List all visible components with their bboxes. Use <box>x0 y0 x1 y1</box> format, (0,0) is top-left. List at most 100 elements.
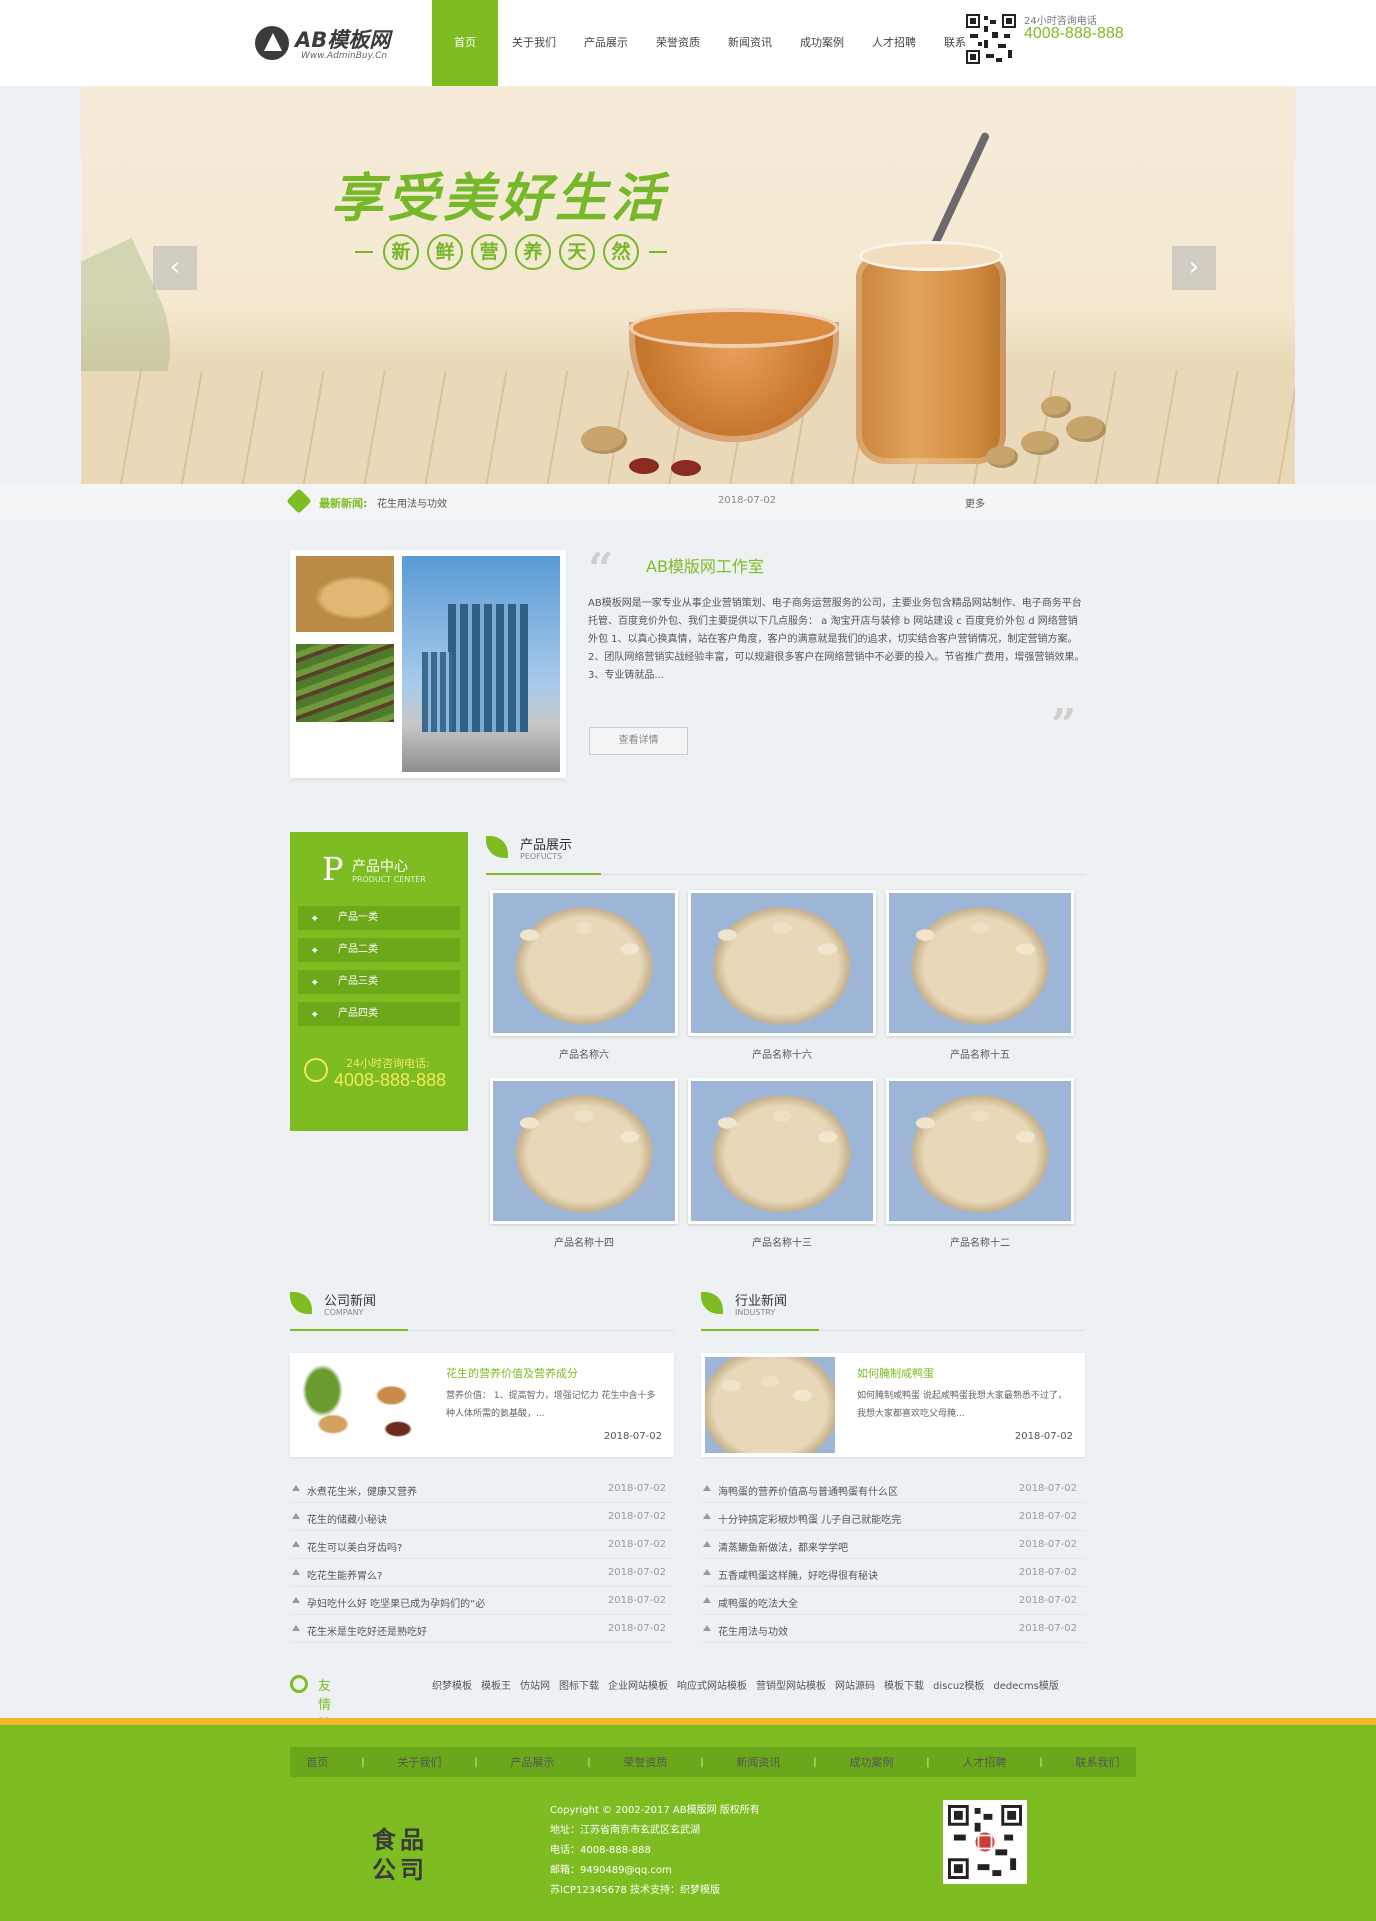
friend-link[interactable]: 图标下载 <box>559 1677 608 1692</box>
friend-link[interactable]: 企业网站模板 <box>608 1677 677 1692</box>
logo-icon <box>255 26 289 60</box>
sidebar-item-category-1[interactable]: 产品一类 <box>298 906 460 930</box>
tag-icon <box>286 488 312 514</box>
nav-home[interactable]: 首页 <box>432 0 498 86</box>
feature-excerpt: 营养价值： 1、提高智力，增强记忆力 花生中含十多种人体所需的氨基酸，... <box>446 1391 656 1419</box>
footer-qr-code <box>943 1800 1027 1884</box>
company-news-feature[interactable]: 花生的营养价值及营养成分 营养价值： 1、提高智力，增强记忆力 花生中含十多种人… <box>290 1353 674 1457</box>
ticker-more-link[interactable]: 更多 <box>965 495 985 510</box>
product-card[interactable]: 产品名称六 <box>490 890 678 1061</box>
list-item[interactable]: 水煮花生米，健康又营养 2018-07-02 <box>290 1475 674 1503</box>
logo-title: AB模板网 <box>295 28 391 52</box>
product-card[interactable]: 产品名称十四 <box>490 1078 678 1249</box>
friend-link[interactable]: 营销型网站模板 <box>756 1677 835 1692</box>
news-date: 2018-07-02 <box>607 1483 666 1494</box>
main-nav: 首页 关于我们 产品展示 荣誉资质 新闻资讯 成功案例 人才招聘 联系我们 <box>432 0 1002 86</box>
qr-code-icon <box>948 1805 1022 1879</box>
friend-link-label: 响应式网站模板 <box>677 1681 747 1692</box>
news-date: 2018-07-02 <box>607 1623 666 1634</box>
product-card[interactable]: 产品名称十三 <box>688 1078 876 1249</box>
footer-nav-home[interactable]: 首页 <box>306 1754 328 1770</box>
header: AB模板网 Www.AdminBuy.Cn 首页 关于我们 产品展示 荣誉资质 … <box>0 0 1376 86</box>
sub-char: 天 <box>559 234 595 270</box>
footer-logo: 食品公司 <box>372 1825 428 1884</box>
news-date: 2018-07-02 <box>1018 1539 1077 1550</box>
list-item[interactable]: 孕妇吃什么好 吃坚果已成为孕妈们的“必 2018-07-02 <box>290 1587 674 1615</box>
news-date: 2018-07-02 <box>1018 1567 1077 1578</box>
view-details-button[interactable]: 查看详情 <box>589 727 688 755</box>
product-image <box>490 1078 678 1224</box>
footer-nav-cases[interactable]: 成功案例 <box>849 1754 893 1770</box>
ticker-news-link[interactable]: 花生用法与功效 <box>377 495 447 510</box>
product-card[interactable]: 产品名称十二 <box>886 1078 1074 1249</box>
sidebar-item-category-2[interactable]: 产品二类 <box>298 938 460 962</box>
nav-jobs[interactable]: 人才招聘 <box>858 0 930 86</box>
footer-nav: 首页 | 关于我们 | 产品展示 | 荣誉资质 | 新闻资讯 | 成功案例 | 人才招聘 | … <box>290 1747 1136 1777</box>
product-image <box>688 1078 876 1224</box>
friend-link[interactable]: 网站源码 <box>835 1677 884 1692</box>
industry-news-feature[interactable]: 如何腌制咸鸭蛋 如何腌制咸鸭蛋 说起咸鸭蛋我想大家最熟悉不过了，我想大家都喜欢吃… <box>701 1353 1085 1457</box>
friend-links-list: 织梦模板 模板王 仿站网 图标下载 企业网站模板 响应式网站模板 营销型网站模板 网站源码 模板… <box>432 1677 1068 1692</box>
footer-nav-about[interactable]: 关于我们 <box>397 1754 441 1770</box>
next-slide-button[interactable]: › <box>1172 246 1216 290</box>
list-item[interactable]: 咸鸭蛋的吃法大全 2018-07-02 <box>701 1587 1085 1615</box>
nav-products[interactable]: 产品展示 <box>570 0 642 86</box>
footer: 首页 | 关于我们 | 产品展示 | 荣誉资质 | 新闻资讯 | 成功案例 | 人才招聘 | … <box>0 1725 1376 1921</box>
about-photo-collage <box>290 550 566 778</box>
news-title: 清蒸鳜鱼新做法，都来学学吧 <box>718 1543 848 1554</box>
sidebar-item-category-3[interactable]: 产品三类 <box>298 970 460 994</box>
friend-link[interactable]: 仿站网 <box>520 1677 559 1692</box>
list-item[interactable]: 海鸭蛋的营养价值高与普通鸭蛋有什么区 2018-07-02 <box>701 1475 1085 1503</box>
friend-link[interactable]: 响应式网站模板 <box>677 1677 756 1692</box>
copyright-text: Copyright © 2002-2017 AB模版网 版权所有 <box>550 1805 760 1816</box>
nav-honors[interactable]: 荣誉资质 <box>642 0 714 86</box>
nav-news[interactable]: 新闻资讯 <box>714 0 786 86</box>
friend-link[interactable]: 织梦模板 <box>432 1677 481 1692</box>
quote-close-icon: ” <box>1051 700 1077 751</box>
list-item[interactable]: 花生可以美白牙齿吗? 2018-07-02 <box>290 1531 674 1559</box>
leaf-icon <box>290 1292 312 1314</box>
footer-nav-products[interactable]: 产品展示 <box>510 1754 554 1770</box>
friend-link[interactable]: discuz模板 <box>933 1677 993 1692</box>
footer-stripe <box>0 1718 1376 1725</box>
list-item[interactable]: 花生的储藏小秘诀 2018-07-02 <box>290 1503 674 1531</box>
red-peanut-image <box>671 460 701 476</box>
sidebar-phone-number: 4008-888-888 <box>334 1070 447 1090</box>
nav-cases[interactable]: 成功案例 <box>786 0 858 86</box>
news-title: 花生可以美白牙齿吗? <box>307 1543 403 1554</box>
friend-link-label: 仿站网 <box>520 1681 550 1692</box>
sub-char: 营 <box>471 234 507 270</box>
product-center-letter-icon: P <box>322 850 344 888</box>
footer-nav-honors[interactable]: 荣誉资质 <box>623 1754 667 1770</box>
list-item[interactable]: 五香咸鸭蛋这样腌，好吃得很有秘诀 2018-07-02 <box>701 1559 1085 1587</box>
list-item[interactable]: 花生米是生吃好还是熟吃好 2018-07-02 <box>290 1615 674 1643</box>
friend-link[interactable]: 模板下载 <box>884 1677 933 1692</box>
friend-link[interactable]: 模板王 <box>481 1677 520 1692</box>
hero-banner: 享受美好生活 新 鲜 营 养 天 然 ‹ › <box>81 86 1295 484</box>
news-title: 吃花生能养胃么? <box>307 1571 383 1582</box>
product-card[interactable]: 产品名称十五 <box>886 890 1074 1061</box>
sub-char: 新 <box>383 234 419 270</box>
news-title: 花生米是生吃好还是熟吃好 <box>307 1627 427 1638</box>
logo[interactable]: AB模板网 Www.AdminBuy.Cn <box>255 22 415 66</box>
footer-nav-contact[interactable]: 联系我们 <box>1075 1754 1119 1770</box>
sidebar-phone-label: 24小时咨询电话: <box>346 1057 430 1070</box>
product-card[interactable]: 产品名称十六 <box>688 890 876 1061</box>
list-item[interactable]: 花生用法与功效 2018-07-02 <box>701 1615 1085 1643</box>
company-news-subtitle: COMPANY <box>324 1308 364 1317</box>
footer-nav-news[interactable]: 新闻资讯 <box>736 1754 780 1770</box>
feature-title: 如何腌制咸鸭蛋 <box>857 1367 934 1380</box>
prev-slide-button[interactable]: ‹ <box>153 246 197 290</box>
products-title: 产品展示 <box>520 838 573 853</box>
footer-nav-jobs[interactable]: 人才招聘 <box>962 1754 1006 1770</box>
sidebar-item-category-4[interactable]: 产品四类 <box>298 1002 460 1026</box>
friend-link[interactable]: dedecms模版 <box>993 1677 1067 1692</box>
news-date: 2018-07-02 <box>1018 1483 1077 1494</box>
nav-about[interactable]: 关于我们 <box>498 0 570 86</box>
list-item[interactable]: 吃花生能养胃么? 2018-07-02 <box>290 1559 674 1587</box>
list-item[interactable]: 清蒸鳜鱼新做法，都来学学吧 2018-07-02 <box>701 1531 1085 1559</box>
list-item[interactable]: 十分钟搞定彩椒炒鸭蛋 儿子自己就能吃完 2018-07-02 <box>701 1503 1085 1531</box>
product-image <box>490 890 678 1036</box>
product-name: 产品名称十五 <box>950 1050 1010 1061</box>
peanut-image <box>581 426 627 454</box>
